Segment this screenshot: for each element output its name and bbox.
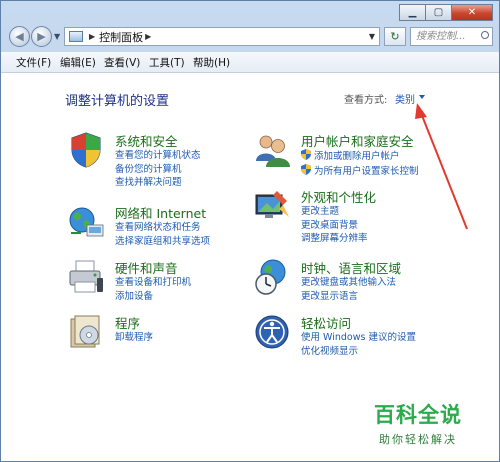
title-bar: ▁ ▢ ✕ — [1, 1, 499, 23]
address-row: ◀ ▶ ▼ ▶ 控制面板 ▶ ▼ ↻ 搜索控制... — [1, 23, 499, 51]
watermark-subtitle: 助你轻松解决 — [379, 433, 457, 446]
close-button[interactable]: ✕ — [451, 4, 493, 21]
refresh-button[interactable]: ↻ — [384, 27, 406, 46]
back-arrow-icon: ◀ — [15, 30, 24, 43]
maximize-button[interactable]: ▢ — [425, 4, 452, 21]
back-button[interactable]: ◀ — [9, 26, 30, 47]
watermark-title: 百科全说 — [374, 403, 462, 427]
breadcrumb-separator-icon[interactable]: ▶ — [145, 32, 151, 41]
watermark: 百科全说 助你轻松解决 — [374, 399, 462, 447]
refresh-icon: ↻ — [390, 30, 400, 43]
menu-bar: 文件(F) 编辑(E) 查看(V) 工具(T) 帮助(H) — [1, 52, 499, 73]
menu-edit[interactable]: 编辑(E) — [60, 55, 96, 70]
forward-arrow-icon: ▶ — [37, 30, 46, 43]
minimize-button[interactable]: ▁ — [399, 4, 426, 21]
search-input[interactable]: 搜索控制... — [410, 27, 493, 46]
control-panel-icon — [69, 31, 83, 42]
main-content: 调整计算机的设置 查看方式: 类别 系统和安全 查看您的计算机状态 备份您的计算… — [1, 73, 499, 461]
history-dropdown-icon[interactable]: ▼ — [54, 32, 60, 41]
control-panel-window: ▁ ▢ ✕ ◀ ▶ ▼ ▶ 控制面板 ▶ ▼ ↻ 搜索控制... 文件(F) 编… — [0, 0, 500, 462]
menu-file[interactable]: 文件(F) — [16, 55, 51, 70]
address-bar[interactable]: ▶ 控制面板 ▶ ▼ — [64, 27, 380, 46]
breadcrumb-separator-icon[interactable]: ▶ — [89, 32, 95, 41]
forward-button[interactable]: ▶ — [31, 26, 52, 47]
menu-tools[interactable]: 工具(T) — [149, 55, 185, 70]
window-controls: ▁ ▢ ✕ — [399, 4, 493, 21]
search-placeholder: 搜索控制... — [416, 31, 466, 42]
menu-help[interactable]: 帮助(H) — [193, 55, 230, 70]
menu-view[interactable]: 查看(V) — [104, 55, 140, 70]
address-dropdown-icon[interactable]: ▼ — [369, 32, 375, 41]
search-icon[interactable] — [481, 31, 489, 39]
breadcrumb-control-panel[interactable]: 控制面板 — [99, 29, 143, 45]
